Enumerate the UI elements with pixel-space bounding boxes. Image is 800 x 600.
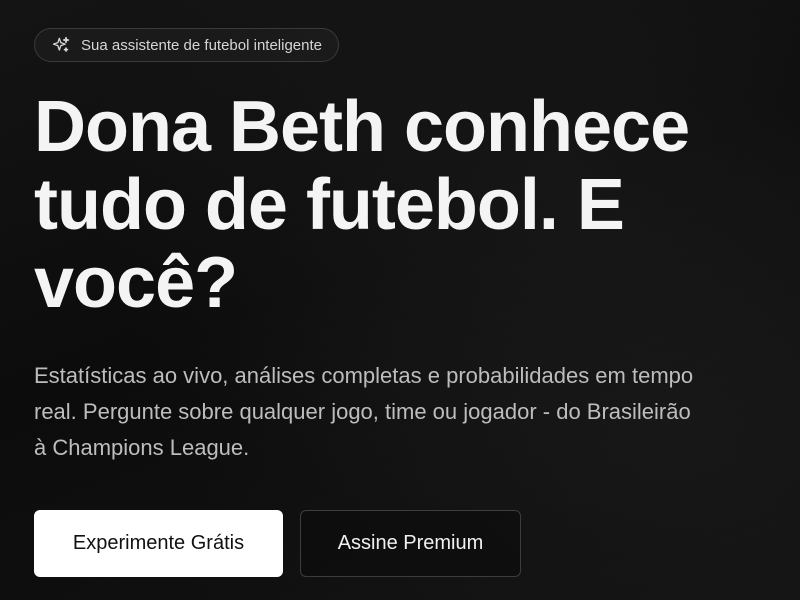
subtitle-line-2: real. Pergunte sobre qualquer jogo, time…	[34, 399, 691, 424]
page-title: Dona Beth conhece tudo de futebol. E voc…	[34, 87, 690, 323]
hero-section: Sua assistente de futebol inteligente Do…	[0, 0, 800, 600]
hero-subtitle: Estatísticas ao vivo, análises completas…	[34, 358, 800, 466]
subtitle-line-3: à Champions League.	[34, 435, 250, 460]
subtitle-line-1: Estatísticas ao vivo, análises completas…	[34, 363, 694, 388]
assistant-badge: Sua assistente de futebol inteligente	[34, 28, 340, 62]
try-free-button[interactable]: Experimente Grátis	[34, 510, 283, 577]
badge-text: Sua assistente de futebol inteligente	[81, 36, 323, 54]
subscribe-premium-button[interactable]: Assine Premium	[300, 510, 521, 577]
sparkles-icon	[51, 35, 71, 55]
